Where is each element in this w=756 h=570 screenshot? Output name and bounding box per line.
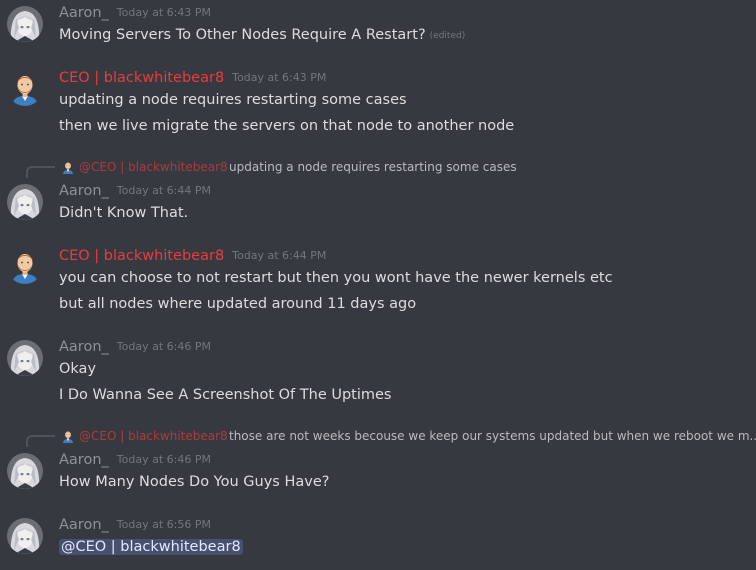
username-aaron[interactable]: Aaron_ Today at 6:43 PM bbox=[59, 4, 211, 22]
username-aaron[interactable]: Aaron_ Today at 6:44 PM bbox=[59, 182, 211, 200]
message-text: updating a node requires restarting some… bbox=[59, 92, 407, 108]
message-text: @CEO | blackwhitebear8 bbox=[59, 537, 243, 557]
ceo-avatar[interactable] bbox=[7, 248, 43, 284]
reply-author[interactable]: @CEO | blackwhitebear8 bbox=[79, 427, 228, 445]
message-text: Didn't Know That. bbox=[59, 205, 189, 221]
message-text: then we live migrate the servers on that… bbox=[59, 118, 515, 134]
username-ceo[interactable]: CEO | blackwhitebear8 Today at 6:44 PM bbox=[59, 247, 326, 265]
ceo-mini-avatar bbox=[61, 429, 75, 443]
aaron-avatar[interactable] bbox=[7, 184, 43, 220]
timestamp: Today at 6:44 PM bbox=[232, 249, 327, 262]
timestamp: Today at 6:56 PM bbox=[116, 518, 211, 531]
reply-author[interactable]: @CEO | blackwhitebear8 bbox=[79, 158, 228, 176]
timestamp: Today at 6:46 PM bbox=[116, 453, 211, 466]
reply-spine bbox=[26, 166, 55, 178]
ceo-mini-avatar bbox=[61, 160, 75, 174]
timestamp: Today at 6:44 PM bbox=[116, 184, 211, 197]
timestamp: Today at 6:43 PM bbox=[116, 6, 211, 19]
username-aaron[interactable]: Aaron_ Today at 6:46 PM bbox=[59, 338, 211, 356]
aaron-avatar[interactable] bbox=[7, 6, 43, 42]
ceo-avatar[interactable] bbox=[7, 70, 43, 106]
aaron-avatar[interactable] bbox=[7, 340, 43, 376]
message-text: but all nodes where updated around 11 da… bbox=[59, 296, 417, 312]
chat-message-list: Aaron_ Today at 6:43 PM Moving Servers To… bbox=[0, 0, 756, 570]
username-aaron[interactable]: Aaron_ Today at 6:46 PM bbox=[59, 451, 211, 469]
reply-spine bbox=[26, 435, 55, 447]
username-ceo[interactable]: CEO | blackwhitebear8 Today at 6:43 PM bbox=[59, 69, 326, 87]
username-aaron[interactable]: Aaron_ Today at 6:56 PM bbox=[59, 516, 211, 534]
reply-preview[interactable]: @CEO | blackwhitebear8 those are not wee… bbox=[0, 426, 756, 447]
message-text: I Do Wanna See A Screenshot Of The Uptim… bbox=[59, 387, 392, 403]
message-text: Moving Servers To Other Nodes Require A … bbox=[59, 27, 466, 43]
message-text: How Many Nodes Do You Guys Have? bbox=[59, 474, 330, 490]
aaron-avatar[interactable] bbox=[7, 453, 43, 489]
user-mention[interactable]: @CEO | blackwhitebear8 bbox=[59, 539, 243, 555]
edited-label: (edited) bbox=[429, 31, 466, 41]
reply-text: those are not weeks becouse we keep our … bbox=[229, 429, 756, 443]
aaron-avatar[interactable] bbox=[7, 518, 43, 554]
message-text: Okay bbox=[59, 361, 97, 377]
timestamp: Today at 6:43 PM bbox=[232, 71, 327, 84]
timestamp: Today at 6:46 PM bbox=[116, 340, 211, 353]
reply-text: updating a node requires restarting some… bbox=[229, 160, 517, 174]
message-text: you can choose to not restart but then y… bbox=[59, 270, 613, 286]
reply-preview[interactable]: @CEO | blackwhitebear8 updating a node r… bbox=[0, 157, 756, 178]
